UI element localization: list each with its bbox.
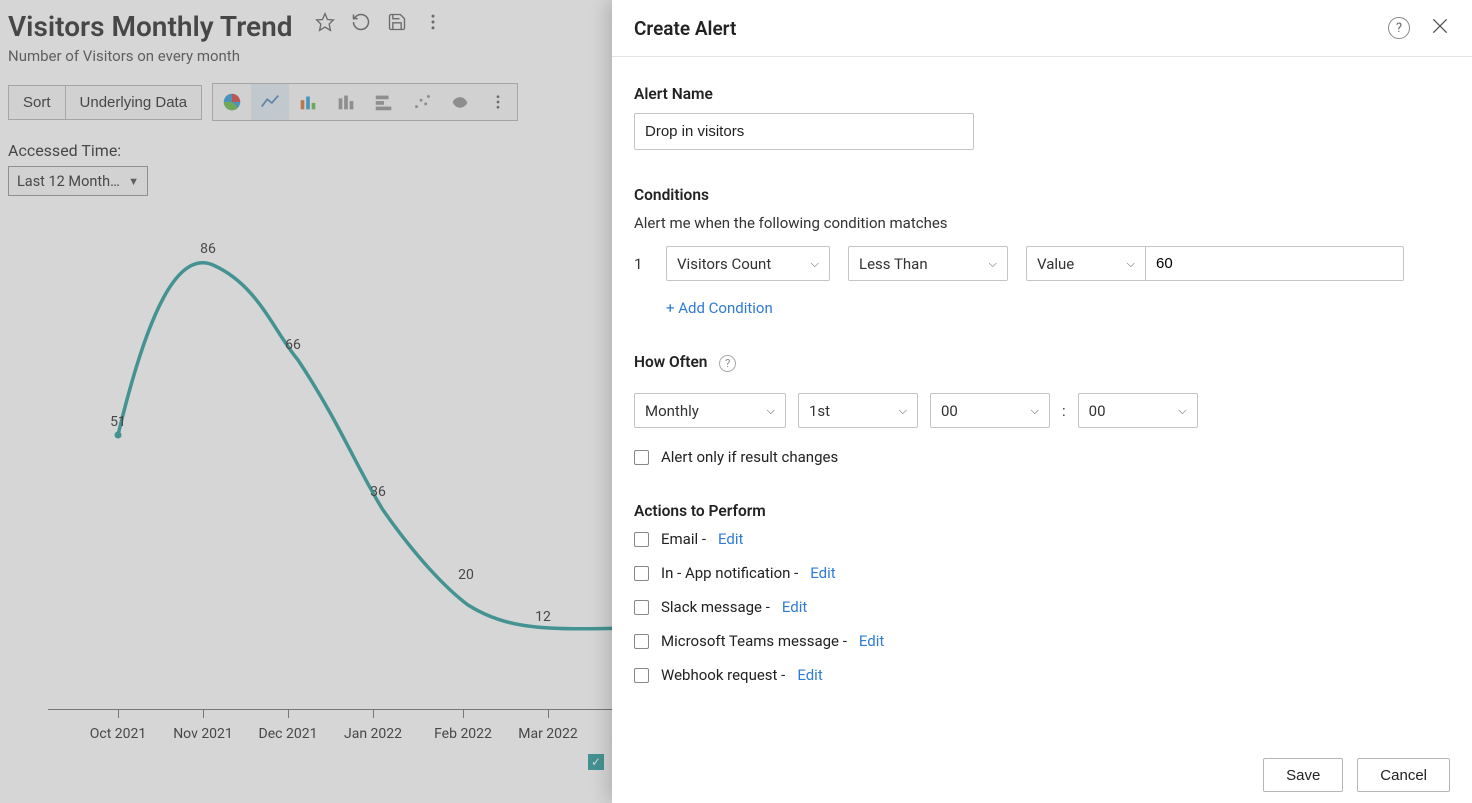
- frequency-select[interactable]: Monthly ⌵: [634, 393, 786, 428]
- create-alert-panel: Create Alert ? Alert Name Conditions Ale…: [612, 0, 1472, 803]
- action-teams-checkbox[interactable]: [634, 634, 649, 649]
- minute-select[interactable]: 00 ⌵: [1078, 393, 1198, 428]
- conditions-subtext: Alert me when the following condition ma…: [634, 214, 1450, 232]
- alert-name-input[interactable]: [634, 113, 974, 150]
- map-icon[interactable]: [441, 84, 479, 120]
- x-label: Nov 2021: [173, 726, 233, 742]
- chevron-down-icon: ⌵: [811, 257, 819, 271]
- add-condition-link[interactable]: + Add Condition: [666, 299, 1450, 317]
- visitors-line-chart: 51 86 66 36 20 12 Oct 2021 Nov 2021 Dec …: [48, 230, 628, 770]
- time-separator: :: [1062, 402, 1066, 420]
- condition-value-type-select[interactable]: Value ⌵: [1026, 246, 1146, 281]
- data-label: 12: [535, 609, 551, 625]
- action-inapp-label: In - App notification -: [661, 564, 798, 582]
- close-icon[interactable]: [1430, 16, 1450, 40]
- action-webhook-edit[interactable]: Edit: [797, 666, 822, 684]
- refresh-icon[interactable]: [350, 11, 372, 33]
- star-icon[interactable]: [314, 11, 336, 33]
- action-teams-label: Microsoft Teams message -: [661, 632, 847, 650]
- chevron-down-icon: ⌵: [1031, 404, 1039, 418]
- action-teams-edit[interactable]: Edit: [859, 632, 884, 650]
- report-title: Visitors Monthly Trend: [8, 10, 292, 43]
- cancel-button[interactable]: Cancel: [1357, 758, 1450, 792]
- chevron-down-icon: ⌵: [899, 404, 907, 418]
- data-label: 36: [370, 484, 386, 500]
- condition-field-select[interactable]: Visitors Count ⌵: [666, 246, 830, 281]
- horizontal-bar-icon[interactable]: [365, 84, 403, 120]
- x-label: Oct 2021: [90, 726, 147, 742]
- data-label: 86: [200, 241, 216, 257]
- conditions-label: Conditions: [634, 186, 1450, 204]
- action-slack-edit[interactable]: Edit: [782, 598, 807, 616]
- help-inline-icon[interactable]: ?: [719, 355, 736, 372]
- pie-chart-icon[interactable]: [213, 84, 251, 120]
- alert-name-label: Alert Name: [634, 85, 1450, 103]
- chevron-down-icon: ⌵: [1178, 404, 1186, 418]
- data-label: 20: [458, 567, 474, 583]
- save-button[interactable]: Save: [1263, 758, 1343, 792]
- action-slack-checkbox[interactable]: [634, 600, 649, 615]
- action-inapp-edit[interactable]: Edit: [810, 564, 835, 582]
- data-label: 51: [110, 414, 126, 430]
- action-inapp-checkbox[interactable]: [634, 566, 649, 581]
- chevron-down-icon: ▼: [128, 175, 139, 188]
- action-webhook-label: Webhook request -: [661, 666, 785, 684]
- action-email-edit[interactable]: Edit: [718, 530, 743, 548]
- time-filter-select[interactable]: Last 12 Month… ▼: [8, 166, 148, 196]
- bar-chart-icon[interactable]: [289, 84, 327, 120]
- condition-value-input[interactable]: [1146, 246, 1404, 281]
- x-label: Mar 2022: [518, 726, 578, 742]
- chevron-down-icon: ⌵: [989, 257, 997, 271]
- stacked-bar-icon[interactable]: [327, 84, 365, 120]
- sort-button[interactable]: Sort: [8, 85, 65, 120]
- only-if-changes-label: Alert only if result changes: [661, 448, 838, 466]
- legend-check-icon[interactable]: ✓: [588, 754, 604, 770]
- x-label: Dec 2021: [259, 726, 318, 742]
- help-icon[interactable]: ?: [1388, 17, 1410, 39]
- action-webhook-checkbox[interactable]: [634, 668, 649, 683]
- day-select[interactable]: 1st ⌵: [798, 393, 918, 428]
- condition-index: 1: [634, 255, 648, 273]
- x-label: Jan 2022: [344, 726, 402, 742]
- more-vert-icon[interactable]: [422, 11, 444, 33]
- scatter-icon[interactable]: [403, 84, 441, 120]
- actions-label: Actions to Perform: [634, 502, 1450, 520]
- panel-title: Create Alert: [634, 17, 736, 40]
- condition-operator-select[interactable]: Less Than ⌵: [848, 246, 1008, 281]
- action-email-label: Email -: [661, 530, 706, 548]
- chart-line: [48, 230, 628, 710]
- how-often-label: How Often: [634, 353, 707, 371]
- action-email-checkbox[interactable]: [634, 532, 649, 547]
- data-label: 66: [285, 337, 301, 353]
- underlying-data-button[interactable]: Underlying Data: [65, 85, 203, 120]
- save-icon[interactable]: [386, 11, 408, 33]
- x-label: Feb 2022: [434, 726, 492, 742]
- hour-select[interactable]: 00 ⌵: [930, 393, 1050, 428]
- chevron-down-icon: ⌵: [1127, 257, 1135, 271]
- action-slack-label: Slack message -: [661, 598, 770, 616]
- only-if-changes-checkbox[interactable]: [634, 450, 649, 465]
- chevron-down-icon: ⌵: [767, 404, 775, 418]
- line-chart-icon[interactable]: [251, 84, 289, 120]
- time-filter-value: Last 12 Month…: [17, 173, 120, 190]
- chart-more-icon[interactable]: [479, 84, 517, 120]
